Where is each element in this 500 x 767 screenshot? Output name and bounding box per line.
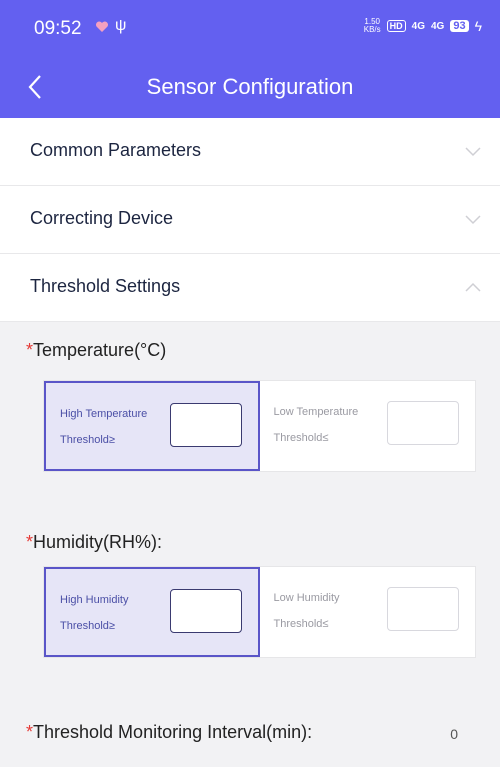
- interval-label: *Threshold Monitoring Interval(min):: [26, 722, 313, 742]
- heart-icon: [95, 21, 109, 32]
- interval-value[interactable]: 0: [450, 726, 458, 742]
- high-temperature-cell[interactable]: High Temperature Threshold≥: [44, 381, 260, 471]
- humidity-label: *Humidity(RH%):: [26, 532, 163, 552]
- humidity-threshold-box: High Humidity Threshold≥ Low Humidity Th…: [43, 566, 476, 658]
- temperature-threshold-box: High Temperature Threshold≥ Low Temperat…: [43, 380, 476, 472]
- low-temperature-input[interactable]: [387, 401, 459, 445]
- section-threshold-settings[interactable]: Threshold Settings: [0, 254, 500, 322]
- usb-icon: ψ: [115, 17, 127, 34]
- temperature-label: *Temperature(°C): [26, 340, 167, 360]
- low-humidity-cell[interactable]: Low Humidity Threshold≤: [260, 567, 476, 657]
- section-correcting-device[interactable]: Correcting Device: [0, 186, 500, 254]
- hd-badge: HD: [386, 20, 406, 32]
- chevron-down-icon: [465, 215, 481, 225]
- low-humidity-label: Low Humidity Threshold≤: [273, 592, 340, 630]
- section-label: Correcting Device: [30, 208, 174, 228]
- page-title: Sensor Configuration: [146, 74, 354, 99]
- charging-bolt-icon: ϟ: [474, 18, 482, 34]
- low-humidity-input[interactable]: [387, 587, 459, 631]
- chevron-up-icon: [465, 282, 481, 292]
- high-humidity-cell[interactable]: High Humidity Threshold≥: [44, 567, 260, 657]
- network-speed: 1.50 KB/s: [363, 17, 381, 34]
- chevron-down-icon: [465, 147, 481, 157]
- status-bar: 09:52 ψ 1.50 KB/s HD 4G 4G 93 ϟ: [0, 0, 500, 56]
- navigation-bar: Sensor Configuration: [0, 56, 500, 118]
- high-humidity-label: High Humidity Threshold≥: [60, 594, 129, 632]
- battery-indicator: 93: [450, 20, 469, 32]
- signal-4g-2: 4G: [430, 20, 445, 32]
- high-temperature-label: High Temperature Threshold≥: [60, 408, 148, 446]
- status-time: 09:52: [34, 18, 82, 39]
- status-indicators: 1.50 KB/s HD 4G 4G 93 ϟ: [363, 17, 482, 35]
- signal-4g-1: 4G: [411, 20, 425, 32]
- low-temperature-cell[interactable]: Low Temperature Threshold≤: [260, 381, 476, 471]
- section-label: Threshold Settings: [30, 276, 181, 296]
- low-temperature-label: Low Temperature Threshold≤: [273, 406, 359, 444]
- section-label: Common Parameters: [30, 140, 202, 160]
- section-common-parameters[interactable]: Common Parameters: [0, 118, 500, 186]
- high-humidity-input[interactable]: [169, 589, 242, 633]
- high-temperature-input[interactable]: [169, 403, 242, 447]
